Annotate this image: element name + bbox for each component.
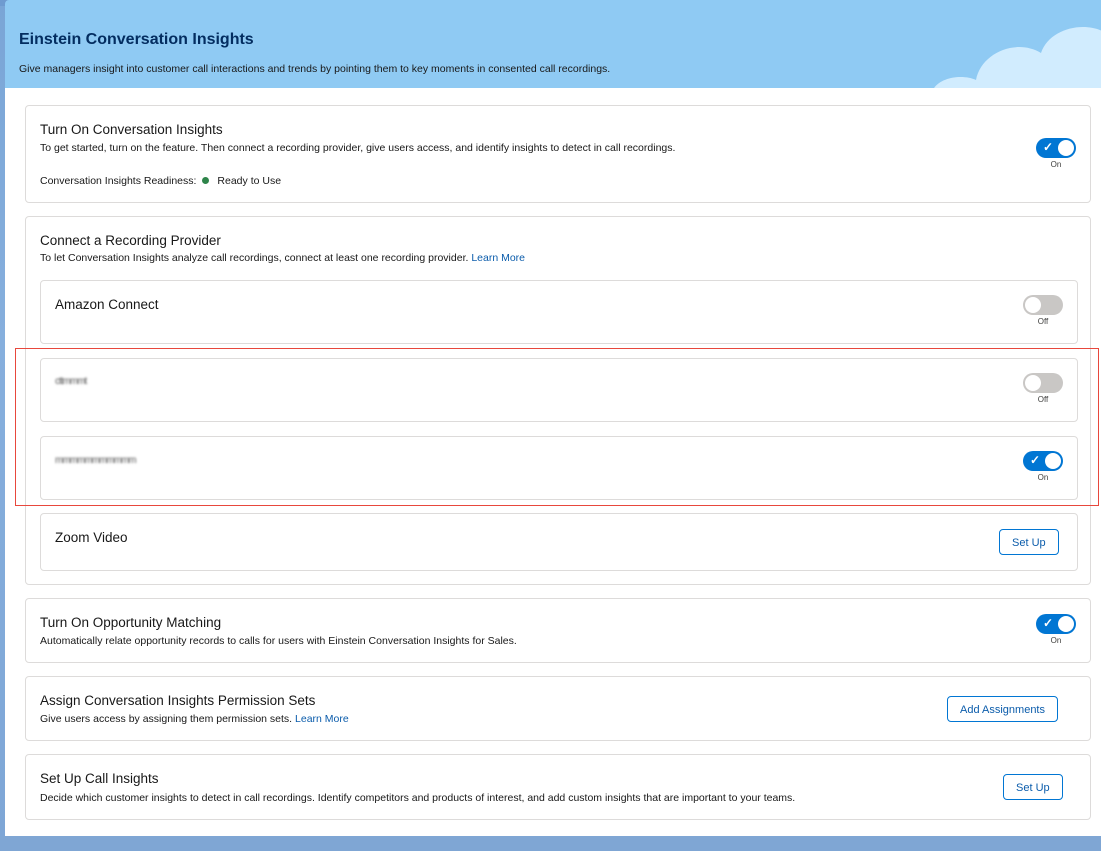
toggle-knob xyxy=(1025,375,1041,391)
provider-redacted-1-toggle[interactable] xyxy=(1023,373,1063,393)
turn-on-ci-title: Turn On Conversation Insights xyxy=(40,122,223,137)
recording-provider-card: Connect a Recording Provider To let Conv… xyxy=(25,216,1091,585)
opp-toggle-label: On xyxy=(1050,636,1062,645)
recording-provider-description: To let Conversation Insights analyze cal… xyxy=(40,252,526,264)
readiness-row: Conversation Insights Readiness: Ready to… xyxy=(40,175,281,187)
window-bottom-strip xyxy=(0,836,1101,851)
main-content: Turn On Conversation Insights To get sta… xyxy=(5,88,1101,836)
recording-provider-title: Connect a Recording Provider xyxy=(40,233,221,248)
toggle-knob xyxy=(1025,297,1041,313)
ci-toggle[interactable]: ✓ xyxy=(1036,138,1076,158)
permission-sets-card: Assign Conversation Insights Permission … xyxy=(25,676,1091,741)
toggle-knob xyxy=(1058,616,1074,632)
turn-on-ci-description: To get started, turn on the feature. The… xyxy=(40,142,676,154)
amazon-toggle-wrap: Off xyxy=(1021,295,1065,326)
provider-name: Amazon Connect xyxy=(55,297,159,312)
toggle-knob xyxy=(1045,453,1061,469)
redacted2-toggle-label: On xyxy=(1037,473,1049,482)
provider-amazon-connect: Amazon Connect Off xyxy=(40,280,1078,344)
opportunity-matching-card: Turn On Opportunity Matching Automatical… xyxy=(25,598,1091,663)
redacted2-toggle-wrap: ✓ On xyxy=(1021,451,1065,482)
call-insights-card: Set Up Call Insights Decide which custom… xyxy=(25,754,1091,820)
add-assignments-button[interactable]: Add Assignments xyxy=(947,696,1058,722)
redacted1-toggle-wrap: Off xyxy=(1021,373,1065,404)
amazon-toggle-label: Off xyxy=(1037,317,1049,326)
provider-redacted-2: mmmmmmmmmmm ✓ On xyxy=(40,436,1078,500)
toggle-knob xyxy=(1058,140,1074,156)
opportunity-matching-title: Turn On Opportunity Matching xyxy=(40,615,222,630)
opportunity-matching-toggle[interactable]: ✓ xyxy=(1036,614,1076,634)
provider-zoom-video: Zoom Video Set Up xyxy=(40,513,1078,571)
provider-name-redacted: mmmmmmmmmmm xyxy=(55,455,137,466)
readiness-label: Conversation Insights Readiness: xyxy=(40,175,197,187)
readiness-status: Ready to Use xyxy=(217,175,282,187)
check-icon: ✓ xyxy=(1030,453,1041,467)
call-insights-title: Set Up Call Insights xyxy=(40,771,159,786)
redacted1-toggle-label: Off xyxy=(1037,395,1049,404)
turn-on-ci-card: Turn On Conversation Insights To get sta… xyxy=(25,105,1091,203)
call-insights-description: Decide which customer insights to detect… xyxy=(40,792,796,804)
opp-toggle-wrap: ✓ On xyxy=(1034,614,1078,645)
permission-sets-title: Assign Conversation Insights Permission … xyxy=(40,693,316,708)
provider-redacted-2-toggle[interactable]: ✓ xyxy=(1023,451,1063,471)
amazon-connect-toggle[interactable] xyxy=(1023,295,1063,315)
permission-sets-description: Give users access by assigning them perm… xyxy=(40,713,349,725)
page-header: Einstein Conversation Insights Give mana… xyxy=(5,0,1101,88)
page-title: Einstein Conversation Insights xyxy=(19,31,254,48)
cloud-decoration-icon xyxy=(934,27,1101,88)
learn-more-link[interactable]: Learn More xyxy=(471,252,525,264)
status-dot-icon xyxy=(202,177,210,184)
zoom-setup-button[interactable]: Set Up xyxy=(999,529,1059,555)
opportunity-matching-description: Automatically relate opportunity records… xyxy=(40,635,517,647)
provider-name: Zoom Video xyxy=(55,530,128,545)
provider-redacted-1: cttmmmt Off xyxy=(40,358,1078,422)
provider-name-redacted: cttmmmt xyxy=(55,376,87,387)
call-insights-setup-button[interactable]: Set Up xyxy=(1003,774,1063,800)
ci-toggle-wrap: ✓ On xyxy=(1034,138,1078,169)
page-subtitle: Give managers insight into customer call… xyxy=(19,63,611,75)
check-icon: ✓ xyxy=(1043,140,1054,154)
learn-more-link[interactable]: Learn More xyxy=(295,713,349,725)
ci-toggle-label: On xyxy=(1050,160,1062,169)
check-icon: ✓ xyxy=(1043,616,1054,630)
